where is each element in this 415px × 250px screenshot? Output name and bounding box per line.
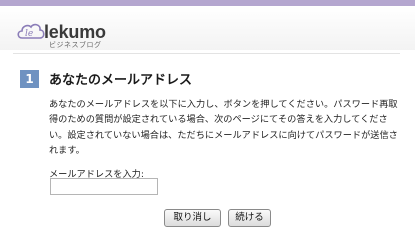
header-divider: [13, 53, 400, 54]
step-number-badge: 1: [20, 70, 39, 88]
email-input[interactable]: [50, 178, 158, 195]
cloud-logo-icon: le: [16, 21, 46, 45]
svg-text:le: le: [25, 29, 33, 39]
logo-subtitle: ビジネスブログ: [49, 41, 102, 49]
instructions-text: あなたのメールアドレスを以下に入力し、ボタンを押してください。パスワード再取得の…: [49, 99, 398, 156]
section-title: あなたのメールアドレス: [49, 73, 193, 88]
cancel-button[interactable]: 取り消し: [164, 209, 221, 227]
continue-button[interactable]: 続ける: [228, 209, 271, 227]
